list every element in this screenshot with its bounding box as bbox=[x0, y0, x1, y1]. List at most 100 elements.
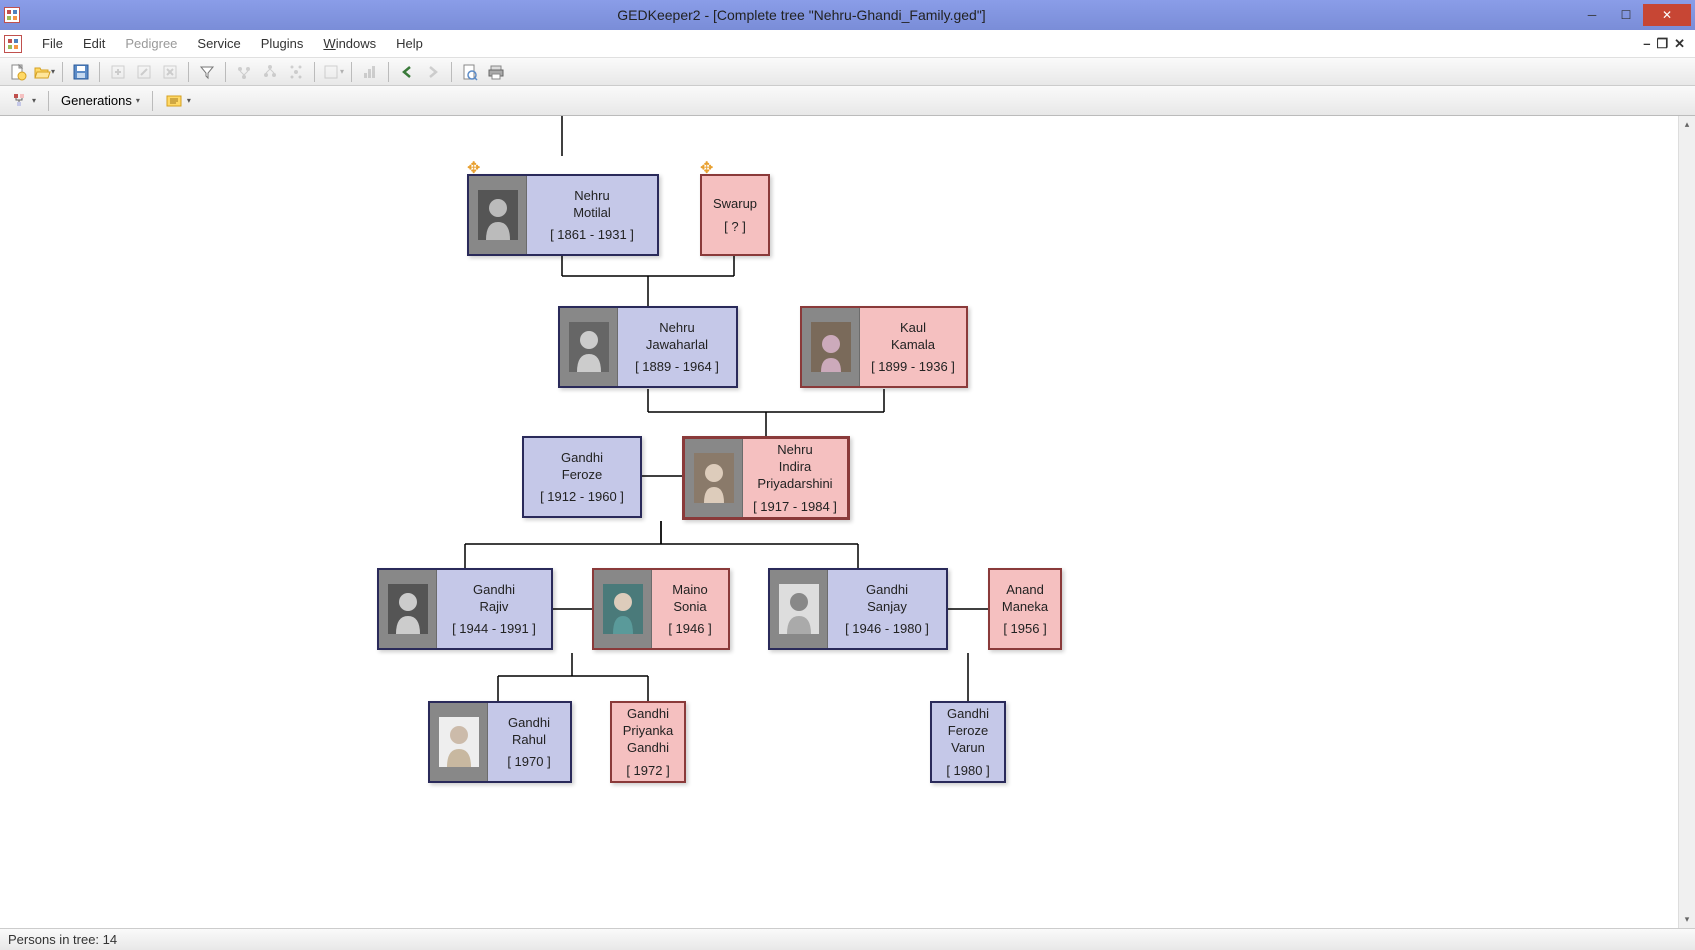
toolbar-separator bbox=[48, 91, 49, 111]
menu-help[interactable]: Help bbox=[386, 32, 433, 55]
scrollbar-track[interactable] bbox=[1679, 133, 1695, 911]
close-button[interactable]: ✕ bbox=[1643, 4, 1691, 26]
toolbar-separator bbox=[225, 62, 226, 82]
toolbar-separator bbox=[314, 62, 315, 82]
person-given: Sanjay bbox=[867, 599, 907, 614]
nav-forward-button[interactable] bbox=[421, 60, 445, 84]
tree-ancestors-button[interactable] bbox=[232, 60, 256, 84]
mdi-close-button[interactable]: ✕ bbox=[1674, 36, 1685, 52]
person-varun[interactable]: GandhiFerozeVarun [ 1980 ] bbox=[930, 701, 1006, 783]
pedigree-button[interactable]: ▾ bbox=[321, 60, 345, 84]
expand-marker-icon[interactable]: ✥ bbox=[467, 158, 483, 174]
person-info: AnandManeka [ 1956 ] bbox=[990, 570, 1060, 648]
status-bar: Persons in tree: 14 bbox=[0, 928, 1695, 950]
person-surname: Gandhi bbox=[866, 582, 908, 597]
save-button[interactable] bbox=[69, 60, 93, 84]
menu-service[interactable]: Service bbox=[187, 32, 250, 55]
menu-edit[interactable]: Edit bbox=[73, 32, 115, 55]
person-surname: Swarup bbox=[713, 196, 757, 211]
photo-placeholder bbox=[469, 176, 527, 254]
open-file-button[interactable]: ▾ bbox=[32, 60, 56, 84]
person-maneka[interactable]: AnandManeka [ 1956 ] bbox=[988, 568, 1062, 650]
person-dates: [ 1980 ] bbox=[946, 763, 989, 778]
filter-button[interactable] bbox=[195, 60, 219, 84]
person-surname: Kaul bbox=[900, 320, 926, 335]
person-surname: Nehru bbox=[659, 320, 694, 335]
window-title: GEDKeeper2 - [Complete tree "Nehru-Ghand… bbox=[28, 7, 1575, 23]
scroll-up-icon[interactable]: ▴ bbox=[1679, 116, 1695, 133]
person-info: NehruMotilal [ 1861 - 1931 ] bbox=[527, 176, 657, 254]
photo-placeholder bbox=[802, 308, 860, 386]
tree-mode-button[interactable]: ▾ bbox=[6, 89, 40, 113]
expand-marker-icon[interactable]: ✥ bbox=[700, 158, 716, 174]
edit-record-button[interactable] bbox=[132, 60, 156, 84]
vertical-scrollbar[interactable]: ▴ ▾ bbox=[1678, 116, 1695, 928]
delete-record-button[interactable] bbox=[158, 60, 182, 84]
scroll-down-icon[interactable]: ▾ bbox=[1679, 911, 1695, 928]
person-priyanka[interactable]: GandhiPriyankaGandhi [ 1972 ] bbox=[610, 701, 686, 783]
person-kamala[interactable]: KaulKamala [ 1899 - 1936 ] bbox=[800, 306, 968, 388]
maximize-button[interactable]: ☐ bbox=[1609, 4, 1643, 26]
person-info: Gandhi Rahul [ 1970 ] bbox=[488, 703, 570, 781]
new-file-button[interactable] bbox=[6, 60, 30, 84]
person-rahul[interactable]: Gandhi Rahul [ 1970 ] bbox=[428, 701, 572, 783]
person-dates: [ 1970 ] bbox=[507, 754, 550, 769]
toolbar-separator bbox=[451, 62, 452, 82]
tree-options-button[interactable]: ▾ bbox=[161, 89, 195, 113]
photo-placeholder bbox=[685, 439, 743, 517]
person-given2: Priyadarshini bbox=[757, 476, 832, 491]
menu-pedigree[interactable]: Pedigree bbox=[115, 32, 187, 55]
minimize-button[interactable]: ─ bbox=[1575, 4, 1609, 26]
person-feroze[interactable]: GandhiFeroze [ 1912 - 1960 ] bbox=[522, 436, 642, 518]
add-record-button[interactable] bbox=[106, 60, 130, 84]
person-dates: [ 1917 - 1984 ] bbox=[753, 499, 837, 514]
person-surname: Nehru bbox=[777, 442, 812, 457]
tree-both-button[interactable] bbox=[284, 60, 308, 84]
person-dates: [ 1912 - 1960 ] bbox=[540, 489, 624, 504]
tree-toolbar: ▾ Generations▾ ▾ bbox=[0, 86, 1695, 116]
generations-label: Generations bbox=[61, 93, 132, 108]
person-info: Swarup [ ? ] bbox=[702, 176, 768, 254]
mdi-minimize-button[interactable]: – bbox=[1643, 36, 1650, 52]
nav-back-button[interactable] bbox=[395, 60, 419, 84]
photo-placeholder bbox=[430, 703, 488, 781]
person-given: Jawaharlal bbox=[646, 337, 708, 352]
toolbar-separator bbox=[188, 62, 189, 82]
person-dates: [ 1956 ] bbox=[1003, 621, 1046, 636]
person-given: Rahul bbox=[512, 732, 546, 747]
tree-canvas[interactable]: ✥ ✥ NehruMotilal [ 1861 - 1931 ] Swarup … bbox=[0, 116, 1695, 928]
person-sonia[interactable]: MainoSonia [ 1946 ] bbox=[592, 568, 730, 650]
person-surname: Gandhi bbox=[561, 450, 603, 465]
person-motilal[interactable]: NehruMotilal [ 1861 - 1931 ] bbox=[467, 174, 659, 256]
preview-button[interactable] bbox=[458, 60, 482, 84]
stats-button[interactable] bbox=[358, 60, 382, 84]
tree-canvas-wrapper: ✥ ✥ NehruMotilal [ 1861 - 1931 ] Swarup … bbox=[0, 116, 1695, 928]
person-info: KaulKamala [ 1899 - 1936 ] bbox=[860, 308, 966, 386]
person-info: Gandhi Sanjay [ 1946 - 1980 ] bbox=[828, 570, 946, 648]
person-dates: [ 1944 - 1991 ] bbox=[452, 621, 536, 636]
generations-dropdown[interactable]: Generations▾ bbox=[57, 89, 144, 113]
person-surname: Gandhi bbox=[508, 715, 550, 730]
toolbar-separator bbox=[351, 62, 352, 82]
person-info: NehruJawaharlal [ 1889 - 1964 ] bbox=[618, 308, 736, 386]
menu-windows[interactable]: Windows bbox=[313, 32, 386, 55]
tree-descendants-button[interactable] bbox=[258, 60, 282, 84]
person-indira[interactable]: Nehru Indira Priyadarshini [ 1917 - 1984 ] bbox=[682, 436, 850, 520]
person-info: GandhiFeroze [ 1912 - 1960 ] bbox=[524, 438, 640, 516]
app-icon bbox=[4, 7, 20, 23]
person-given: Indira bbox=[779, 459, 812, 474]
person-given: Motilal bbox=[573, 205, 611, 220]
person-jawaharlal[interactable]: NehruJawaharlal [ 1889 - 1964 ] bbox=[558, 306, 738, 388]
person-given: Kamala bbox=[891, 337, 935, 352]
person-given: Sonia bbox=[673, 599, 706, 614]
person-rajiv[interactable]: GandhiRajiv [ 1944 - 1991 ] bbox=[377, 568, 553, 650]
print-button[interactable] bbox=[484, 60, 508, 84]
person-surname: Gandhi bbox=[473, 582, 515, 597]
person-dates: [ 1946 - 1980 ] bbox=[845, 621, 929, 636]
menu-plugins[interactable]: Plugins bbox=[251, 32, 314, 55]
person-swarup[interactable]: Swarup [ ? ] bbox=[700, 174, 770, 256]
person-given: Priyanka bbox=[623, 723, 674, 738]
mdi-restore-button[interactable]: ❐ bbox=[1656, 36, 1668, 52]
person-sanjay[interactable]: Gandhi Sanjay [ 1946 - 1980 ] bbox=[768, 568, 948, 650]
menu-file[interactable]: File bbox=[32, 32, 73, 55]
